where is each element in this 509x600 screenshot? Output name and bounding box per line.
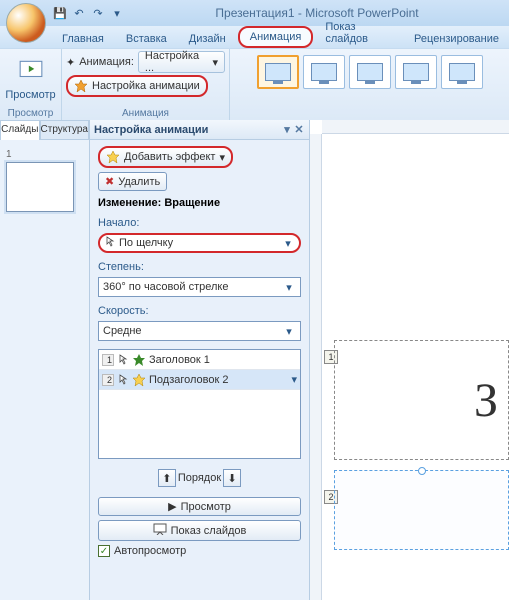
mouse-icon <box>117 374 129 386</box>
chevron-down-icon: ▾ <box>212 56 218 69</box>
qat-dropdown-icon[interactable]: ▾ <box>109 5 125 21</box>
ribbon-tabs: Главная Вставка Дизайн Анимация Показ сл… <box>0 26 509 48</box>
emphasis-icon <box>132 373 146 387</box>
ribbon: Просмотр Просмотр ✦ Анимация: Настройка … <box>0 48 509 120</box>
tab-slideshow[interactable]: Показ слайдов <box>315 18 402 48</box>
tab-review[interactable]: Рецензирование <box>404 30 509 48</box>
slide-number: 1 <box>6 149 12 160</box>
close-icon[interactable]: ✕ <box>293 124 305 136</box>
effect-name: Заголовок 1 <box>149 354 210 366</box>
preview-label: Просмотр <box>5 89 55 101</box>
delete-button[interactable]: ✖ Удалить <box>98 172 167 191</box>
tab-animation[interactable]: Анимация <box>238 26 314 48</box>
degree-label: Степень: <box>98 261 301 273</box>
slideshow-button[interactable]: Показ слайдов <box>98 520 301 541</box>
speed-combo[interactable]: Средне ▾ <box>98 321 301 341</box>
pane-header: Настройка анимации ▾ ✕ <box>90 120 309 140</box>
animation-combo[interactable]: Настройка ... ▾ <box>138 51 225 73</box>
tab-insert[interactable]: Вставка <box>116 30 177 48</box>
effect-row[interactable]: 1 Заголовок 1 ▾ <box>99 350 300 370</box>
autopreview-checkbox[interactable]: ✓ Автопросмотр <box>98 545 301 557</box>
slide-thumbnail[interactable]: 1 <box>6 148 83 212</box>
speed-label: Скорость: <box>98 305 301 317</box>
transition-thumb[interactable] <box>441 55 483 89</box>
preview-icon <box>18 57 44 83</box>
effect-row[interactable]: 2 Подзаголовок 2 ▾ <box>99 370 300 390</box>
transition-thumb[interactable] <box>303 55 345 89</box>
delete-icon: ✖ <box>105 175 114 188</box>
tab-home[interactable]: Главная <box>52 30 114 48</box>
horizontal-ruler <box>322 120 509 134</box>
title-text: З <box>474 373 498 428</box>
degree-combo[interactable]: 360° по часовой стрелке ▾ <box>98 277 301 297</box>
animation-group-label: Анимация <box>122 108 169 120</box>
custom-animation-button[interactable]: Настройка анимации <box>66 75 208 97</box>
chevron-down-icon: ▾ <box>281 237 295 250</box>
title-placeholder[interactable]: З <box>334 340 509 460</box>
star-icon: ✦ <box>66 56 75 69</box>
transition-gallery[interactable] <box>253 51 487 93</box>
effects-list[interactable]: 1 Заголовок 1 ▾ 2 Подзаголовок 2 ▾ <box>98 349 301 459</box>
slides-tab[interactable]: Слайды <box>0 120 40 140</box>
chevron-down-icon[interactable]: ▾ <box>291 373 297 386</box>
ribbon-group-preview: Просмотр Просмотр <box>0 49 62 120</box>
move-down-button[interactable]: ⬇ <box>223 469 241 487</box>
undo-icon[interactable]: ↶ <box>71 5 87 21</box>
outline-tab[interactable]: Структура <box>40 120 89 140</box>
chevron-down-icon: ▾ <box>219 151 225 164</box>
office-button[interactable] <box>6 3 46 43</box>
resize-handle[interactable] <box>418 467 426 475</box>
slide-preview <box>6 162 74 212</box>
effect-name: Подзаголовок 2 <box>149 374 229 386</box>
ribbon-group-animation: ✦ Анимация: Настройка ... ▾ Настройка ан… <box>62 49 230 120</box>
pane-title: Настройка анимации <box>94 124 208 136</box>
work-area: Слайды Структура 1 Настройка анимации ▾ … <box>0 120 509 600</box>
checkbox-icon: ✓ <box>98 545 110 557</box>
add-effect-icon <box>106 150 120 164</box>
title-bar: 💾 ↶ ↷ ▾ Презентация1 - Microsoft PowerPo… <box>0 0 509 26</box>
transition-thumb[interactable] <box>349 55 391 89</box>
preview-button[interactable] <box>11 51 51 89</box>
custom-animation-pane: Настройка анимации ▾ ✕ Добавить эффект ▾… <box>90 120 310 600</box>
reorder-controls: ⬆ Порядок ⬇ <box>98 469 301 487</box>
tab-design[interactable]: Дизайн <box>179 30 236 48</box>
subtitle-placeholder[interactable] <box>334 470 509 550</box>
mouse-icon <box>104 236 116 251</box>
redo-icon[interactable]: ↷ <box>90 5 106 21</box>
pane-menu-icon[interactable]: ▾ <box>281 124 293 136</box>
save-icon[interactable]: 💾 <box>52 5 68 21</box>
move-up-button[interactable]: ⬆ <box>158 469 176 487</box>
custom-animation-icon <box>74 79 88 93</box>
ribbon-group-transitions <box>230 49 509 120</box>
start-label: Начало: <box>98 217 301 229</box>
change-section-title: Изменение: Вращение <box>98 197 301 209</box>
mouse-icon <box>117 354 129 366</box>
emphasis-icon <box>132 353 146 367</box>
preview-group-label: Просмотр <box>8 108 54 120</box>
slideshow-icon <box>153 523 167 538</box>
start-combo[interactable]: По щелчку ▾ <box>98 233 301 253</box>
play-button[interactable]: ▶ Просмотр <box>98 497 301 516</box>
chevron-down-icon: ▾ <box>282 281 296 294</box>
transition-thumb[interactable] <box>257 55 299 89</box>
slides-panel: Слайды Структура 1 <box>0 120 90 600</box>
add-effect-button[interactable]: Добавить эффект ▾ <box>98 146 233 168</box>
animation-label: Анимация: <box>79 56 134 68</box>
transition-thumb[interactable] <box>395 55 437 89</box>
chevron-down-icon: ▾ <box>282 325 296 338</box>
slide-canvas[interactable]: 1 2 З <box>310 120 509 600</box>
order-label: Порядок <box>178 472 221 484</box>
quick-access-toolbar: 💾 ↶ ↷ ▾ <box>52 5 125 21</box>
vertical-ruler <box>310 134 322 600</box>
play-icon: ▶ <box>168 500 176 513</box>
